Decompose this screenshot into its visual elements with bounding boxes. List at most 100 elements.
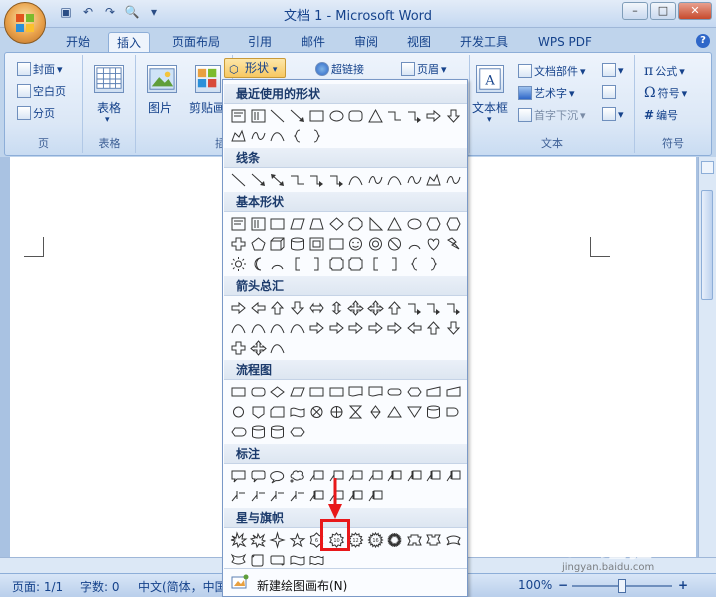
callout-shape-2[interactable] (249, 467, 269, 485)
arrow-shape-26[interactable] (249, 339, 269, 357)
callout-shape-15[interactable] (268, 487, 288, 505)
arrow-shape-14[interactable] (249, 319, 269, 337)
recent-shape-11[interactable] (424, 107, 444, 125)
basic-shape-25[interactable] (229, 255, 249, 273)
star-banner-shape-8[interactable]: 16 (366, 531, 386, 549)
page-break-button[interactable]: 分页 (17, 105, 55, 121)
star-banner-shape-1[interactable] (229, 531, 249, 549)
arrow-shape-20[interactable] (366, 319, 386, 337)
star-banner-shape-17[interactable] (307, 551, 327, 569)
callout-shape-8[interactable] (366, 467, 386, 485)
shapes-button[interactable]: ⬡ 形状 ▾ (224, 58, 286, 78)
basic-shape-20[interactable] (366, 235, 386, 253)
status-page[interactable]: 页面: 1/1 (12, 578, 63, 595)
recent-shape-5[interactable] (307, 107, 327, 125)
ruler-toggle-icon[interactable] (701, 161, 714, 174)
star-banner-shape-9[interactable] (385, 531, 405, 549)
drop-cap-button[interactable]: 首字下沉 ▾ (518, 107, 586, 123)
flowchart-shape-28[interactable] (288, 423, 308, 441)
arrow-shape-16[interactable] (288, 319, 308, 337)
tab-home[interactable]: 开始 (58, 32, 98, 53)
arrow-shape-23[interactable] (424, 319, 444, 337)
arrow-shape-2[interactable] (249, 299, 269, 317)
basic-shape-15[interactable] (268, 235, 288, 253)
star-banner-shape-15[interactable] (268, 551, 288, 569)
callout-shape-20[interactable] (366, 487, 386, 505)
recent-shape-16[interactable] (288, 127, 308, 145)
recent-shape-14[interactable] (249, 127, 269, 145)
callout-shape-3[interactable] (268, 467, 288, 485)
recent-shape-9[interactable] (385, 107, 405, 125)
arrow-shape-12[interactable] (444, 299, 464, 317)
arrow-shape-18[interactable] (327, 319, 347, 337)
callout-shape-17[interactable] (307, 487, 327, 505)
table-icon[interactable] (94, 65, 124, 93)
textbox-dropdown-icon[interactable]: ▾ (487, 115, 492, 125)
flowchart-shape-15[interactable] (268, 403, 288, 421)
scroll-thumb[interactable] (701, 190, 713, 300)
flowchart-shape-5[interactable] (307, 383, 327, 401)
arrow-shape-3[interactable] (268, 299, 288, 317)
basic-shape-11[interactable] (424, 215, 444, 233)
tab-wps-pdf[interactable]: WPS PDF (530, 32, 600, 53)
flowchart-shape-8[interactable] (366, 383, 386, 401)
basic-shape-17[interactable] (307, 235, 327, 253)
hyperlink-button[interactable]: 超链接 (315, 61, 364, 77)
basic-shape-22[interactable] (405, 235, 425, 253)
close-button[interactable]: ✕ (678, 2, 712, 20)
textbox-icon[interactable]: A (476, 65, 504, 93)
header-button[interactable]: 页眉 ▾ (401, 61, 447, 77)
recent-shape-12[interactable] (444, 107, 464, 125)
star-banner-shape-12[interactable] (444, 531, 464, 549)
equation-button[interactable]: π 公式 ▾ (644, 63, 685, 79)
line-shape-11[interactable] (424, 171, 444, 189)
basic-shape-21[interactable] (385, 235, 405, 253)
callout-shape-1[interactable] (229, 467, 249, 485)
flowchart-shape-23[interactable] (424, 403, 444, 421)
signature-line-button[interactable]: ▾ (602, 63, 624, 77)
basic-shape-2[interactable] (249, 215, 269, 233)
arrow-shape-22[interactable] (405, 319, 425, 337)
callout-shape-16[interactable] (288, 487, 308, 505)
table-dropdown-icon[interactable]: ▾ (105, 115, 110, 125)
flowchart-shape-10[interactable] (405, 383, 425, 401)
callout-shape-5[interactable] (307, 467, 327, 485)
blank-page-button[interactable]: 空白页 (17, 83, 66, 99)
tab-page-layout[interactable]: 页面布局 (164, 32, 228, 53)
line-shape-1[interactable] (229, 171, 249, 189)
recent-shape-3[interactable] (268, 107, 288, 125)
recent-shape-15[interactable] (268, 127, 288, 145)
recent-shape-1[interactable] (229, 107, 249, 125)
line-shape-10[interactable] (405, 171, 425, 189)
arrow-shape-7[interactable] (346, 299, 366, 317)
star-banner-shape-2[interactable] (249, 531, 269, 549)
status-words[interactable]: 字数: 0 (80, 578, 120, 595)
callout-shape-10[interactable] (405, 467, 425, 485)
line-shape-12[interactable] (444, 171, 464, 189)
flowchart-shape-18[interactable] (327, 403, 347, 421)
basic-shape-12[interactable] (444, 215, 464, 233)
arrow-shape-11[interactable] (424, 299, 444, 317)
recent-shape-7[interactable] (346, 107, 366, 125)
line-shape-3[interactable] (268, 171, 288, 189)
symbol-button[interactable]: Ω 符号 ▾ (644, 85, 687, 101)
numbering-button[interactable]: # 编号 (644, 107, 678, 123)
object-button[interactable]: ▾ (602, 107, 624, 121)
flowchart-shape-19[interactable] (346, 403, 366, 421)
flowchart-shape-22[interactable] (405, 403, 425, 421)
help-icon[interactable]: ? (696, 34, 710, 48)
recent-shape-10[interactable] (405, 107, 425, 125)
flowchart-shape-2[interactable] (249, 383, 269, 401)
recent-shape-8[interactable] (366, 107, 386, 125)
basic-shape-19[interactable] (346, 235, 366, 253)
tab-developer[interactable]: 开发工具 (452, 32, 516, 53)
new-drawing-canvas-item[interactable]: 新建绘图画布(N) (257, 577, 347, 594)
arrow-shape-21[interactable] (385, 319, 405, 337)
basic-shape-6[interactable] (327, 215, 347, 233)
star-banner-shape-3[interactable] (268, 531, 288, 549)
basic-shape-30[interactable] (327, 255, 347, 273)
flowchart-shape-17[interactable] (307, 403, 327, 421)
tab-mailings[interactable]: 邮件 (293, 32, 333, 53)
basic-shape-14[interactable] (249, 235, 269, 253)
arrow-shape-13[interactable] (229, 319, 249, 337)
